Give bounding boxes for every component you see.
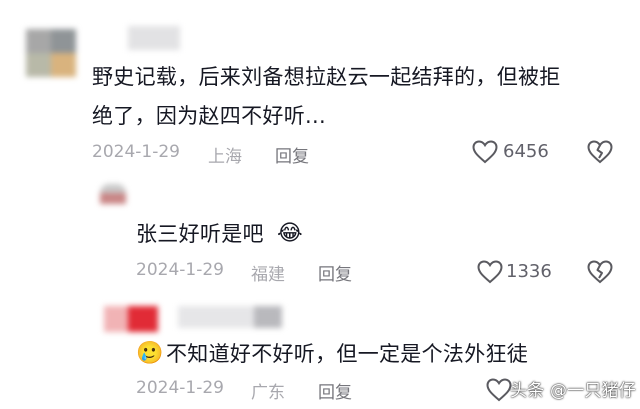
like-count: 6456	[503, 141, 549, 162]
heart-icon[interactable]	[472, 140, 498, 164]
comment-text-line-2: 绝了，因为赵四不好听...	[92, 104, 326, 128]
heart-icon[interactable]	[477, 260, 503, 284]
teary-emoji-icon: 🥲	[136, 341, 164, 366]
comment-1: 野史记载，后来刘备想拉赵云一起结拜的，但被拒 绝了，因为赵四不好听... 202…	[0, 0, 640, 180]
username[interactable]	[128, 26, 180, 50]
dislike-heart-icon[interactable]	[587, 140, 613, 164]
reply-button[interactable]: 回复	[318, 378, 352, 403]
dislike-heart-icon[interactable]	[587, 260, 613, 284]
comment-date: 2024-1-29	[136, 260, 224, 280]
laugh-emoji-icon: 😂	[277, 221, 303, 246]
comment-text-line-1: 野史记载，后来刘备想拉赵云一起结拜的，但被拒	[92, 65, 561, 89]
avatar[interactable]	[100, 184, 126, 204]
watermark: 头条 @一只猪仔	[510, 381, 637, 401]
comment-location: 福建	[251, 265, 285, 285]
comment-text: 张三好听是吧	[136, 222, 264, 246]
heart-icon[interactable]	[486, 378, 512, 402]
comment-2: 张三好听是吧 😂 2024-1-29 福建 回复 1336	[0, 180, 640, 290]
comment-location: 上海	[208, 147, 242, 167]
like-count: 1336	[506, 261, 552, 282]
comment-date: 2024-1-29	[92, 142, 180, 162]
avatar[interactable]	[26, 29, 76, 77]
username[interactable]	[178, 306, 282, 328]
comment-location: 广东	[251, 383, 285, 403]
reply-button[interactable]: 回复	[275, 142, 309, 167]
comment-text: 不知道好不好听，但一定是个法外狂徒	[166, 342, 529, 366]
avatar[interactable]	[104, 306, 158, 332]
reply-button[interactable]: 回复	[318, 260, 352, 285]
comment-date: 2024-1-29	[136, 378, 224, 398]
